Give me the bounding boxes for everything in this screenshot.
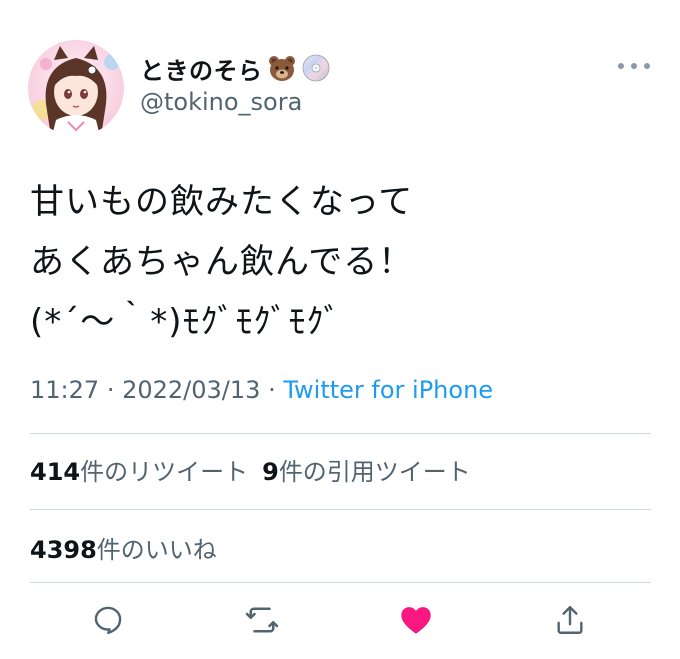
retweets-count: 414 [30, 458, 81, 486]
heart-icon [401, 607, 431, 634]
tweet-detail: ときのそら @tokino_sora 甘いもの飲みたくなって あくあちゃん飲んで… [0, 0, 680, 659]
user-handle[interactable]: @tokino_sora [140, 88, 302, 116]
tweet-date[interactable]: 2022/03/13 [122, 376, 260, 404]
meta-separator: · [268, 376, 276, 404]
share-button[interactable] [550, 600, 590, 640]
display-name-row[interactable]: ときのそら [140, 50, 331, 86]
bear-emoji-icon [267, 53, 297, 83]
avatar-image [28, 40, 124, 136]
tweet-meta: 11:27 · 2022/03/13 · Twitter for iPhone [30, 376, 493, 404]
likes-count: 4398 [30, 536, 97, 564]
engagement-stats: 414件のリツイート 9件の引用ツイート [30, 452, 471, 487]
divider [30, 582, 651, 583]
retweets-label: 件のリツイート [80, 458, 249, 486]
display-name[interactable]: ときのそら [140, 51, 263, 86]
disc-emoji-icon [301, 53, 331, 83]
reply-icon [94, 606, 122, 635]
divider [30, 509, 651, 510]
quotes-label: 件の引用ツイート [278, 458, 471, 486]
divider [30, 433, 651, 434]
tweet-source-link[interactable]: Twitter for iPhone [283, 376, 493, 404]
avatar[interactable] [28, 40, 124, 136]
likes-stat[interactable]: 4398件のいいね [30, 530, 217, 565]
like-button[interactable] [396, 600, 436, 640]
share-icon [557, 606, 583, 634]
retweet-icon [245, 607, 279, 633]
quotes-stat[interactable]: 9件の引用ツイート [262, 458, 471, 486]
retweets-stat[interactable]: 414件のリツイート [30, 458, 248, 486]
more-options-icon[interactable] [618, 56, 650, 76]
likes-label: 件のいいね [96, 536, 217, 564]
tweet-text: 甘いもの飲みたくなって あくあちゃん飲んでる！ (*´～｀*)ﾓｸﾞﾓｸﾞﾓｸﾞ [30, 182, 414, 342]
reply-button[interactable] [88, 600, 128, 640]
quotes-count: 9 [262, 458, 279, 486]
meta-separator: · [106, 376, 115, 404]
tweet-time[interactable]: 11:27 [30, 376, 99, 404]
retweet-button[interactable] [242, 600, 282, 640]
